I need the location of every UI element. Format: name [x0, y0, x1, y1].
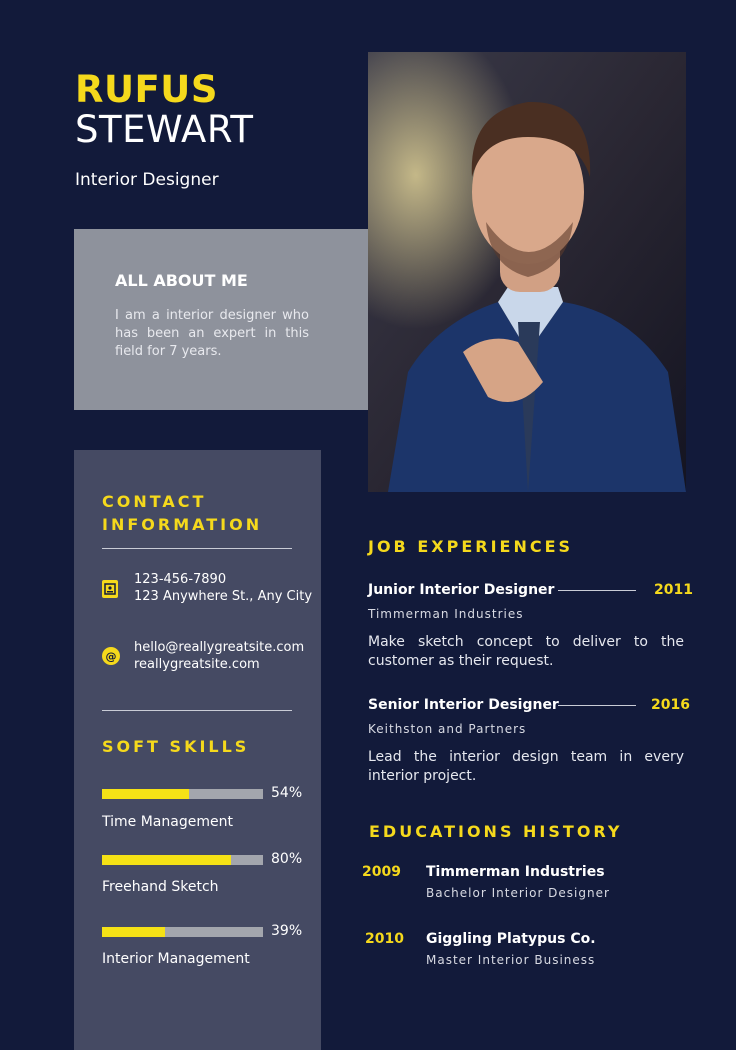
- skill-percent: 80%: [271, 851, 303, 867]
- about-title: ALL ABOUT ME: [115, 271, 248, 290]
- education-year: 2010: [365, 931, 404, 947]
- divider: [102, 710, 292, 711]
- contact-title: CONTACT INFORMATION: [102, 492, 263, 534]
- job-company: Keithston and Partners: [368, 722, 527, 736]
- skill-percent: 39%: [271, 923, 303, 939]
- skill-percent: 54%: [271, 785, 303, 801]
- skill-bar: [102, 927, 263, 937]
- divider: [102, 548, 292, 549]
- job-description: Make sketch concept to deliver to the cu…: [368, 634, 684, 669]
- skill-name: Time Management: [102, 814, 233, 830]
- education-year: 2009: [362, 864, 401, 880]
- skill-name: Interior Management: [102, 951, 250, 967]
- first-name: RUFUS: [75, 68, 219, 111]
- contact-website[interactable]: reallygreatsite.com: [134, 656, 260, 673]
- divider: [558, 590, 636, 591]
- education-degree: Bachelor Interior Designer: [426, 886, 610, 900]
- skill-bar: [102, 855, 263, 865]
- about-box: ALL ABOUT ME I am a interior designer wh…: [74, 229, 368, 410]
- last-name: STEWART: [75, 108, 254, 151]
- skill-bar-fill: [102, 927, 165, 937]
- skills-title: SOFT SKILLS: [102, 737, 250, 756]
- contact-email[interactable]: hello@reallygreatsite.com: [134, 639, 304, 656]
- contact-address: 123 Anywhere St., Any City: [134, 589, 313, 604]
- job-year: 2016: [651, 697, 690, 713]
- profile-photo: [368, 52, 686, 492]
- education-degree: Master Interior Business: [426, 953, 596, 967]
- divider: [558, 705, 636, 706]
- job-role: Interior Designer: [75, 170, 219, 190]
- skill-bar-fill: [102, 855, 231, 865]
- skill-name: Freehand Sketch: [102, 879, 219, 895]
- education-school: Giggling Platypus Co.: [426, 931, 596, 947]
- job-year: 2011: [654, 582, 693, 598]
- at-sign-icon: @: [102, 647, 120, 665]
- contact-card-icon: [102, 580, 118, 598]
- skill-bar: [102, 789, 263, 799]
- education-school: Timmerman Industries: [426, 864, 605, 880]
- contact-phone: 123-456-7890: [134, 572, 227, 587]
- about-text: I am a interior designer who has been an…: [115, 308, 309, 359]
- job-description: Lead the interior design team in every i…: [368, 749, 684, 784]
- job-title: Junior Interior Designer: [368, 582, 555, 598]
- skill-bar-fill: [102, 789, 189, 799]
- jobs-title: JOB EXPERIENCES: [368, 537, 574, 556]
- education-title: EDUCATIONS HISTORY: [369, 822, 623, 841]
- job-company: Timmerman Industries: [368, 607, 524, 621]
- job-title: Senior Interior Designer: [368, 697, 559, 713]
